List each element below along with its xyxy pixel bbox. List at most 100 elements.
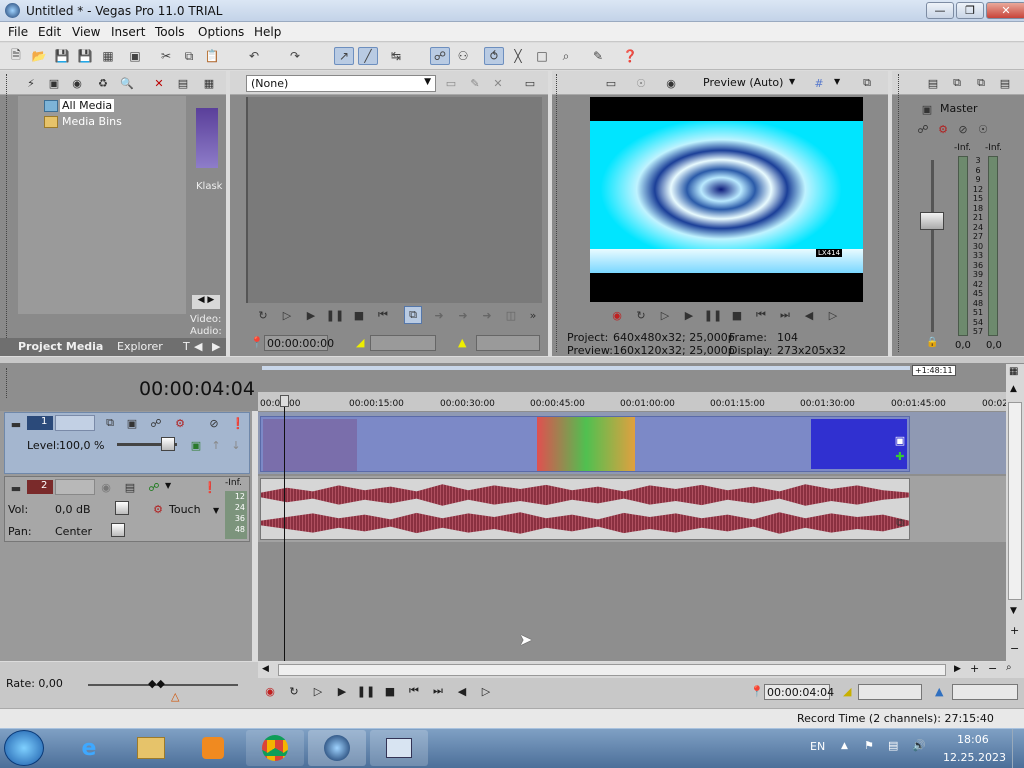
automation-arrow-icon[interactable]: ▼ bbox=[213, 506, 219, 515]
master-gear-icon[interactable]: ⚙ bbox=[934, 120, 952, 138]
get-media-icon[interactable]: ◉ bbox=[68, 74, 86, 92]
taskbar-chrome-icon[interactable] bbox=[246, 730, 304, 766]
copy-snapshot-icon[interactable]: ⧉ bbox=[858, 74, 876, 92]
play-from-start-icon[interactable]: ▷ bbox=[310, 682, 326, 700]
start-button[interactable] bbox=[4, 730, 44, 766]
preview-record-icon[interactable]: ◉ bbox=[608, 306, 626, 324]
master-lock-icon[interactable]: 🔒 bbox=[926, 337, 938, 348]
auto-crossfade-icon[interactable]: ╳ bbox=[508, 47, 528, 65]
zoom-out-vertical-icon[interactable]: − bbox=[1010, 642, 1019, 655]
zoom-icon[interactable]: ⌕ bbox=[1006, 662, 1012, 673]
close-button[interactable]: ✕ bbox=[986, 2, 1024, 19]
video-track-mute-icon[interactable]: ⊘ bbox=[205, 414, 223, 432]
zoom-tool-icon[interactable]: ⌕ bbox=[556, 47, 576, 65]
tab-project-media[interactable]: Project Media bbox=[18, 340, 103, 353]
trimmer-length-field[interactable] bbox=[476, 335, 540, 351]
video-track-motion-icon[interactable]: ⧉ bbox=[101, 414, 119, 432]
taskbar-ie-icon[interactable]: e bbox=[60, 730, 118, 766]
trimmer-fit-icon[interactable]: ➜ bbox=[478, 306, 496, 324]
mixer-downmix-icon[interactable]: ⧉ bbox=[948, 74, 966, 92]
audio-automation-gear-icon[interactable]: ⚙ bbox=[149, 500, 167, 518]
open-icon[interactable]: 📂 bbox=[29, 47, 49, 65]
clock-time[interactable]: 18:06 bbox=[957, 733, 989, 746]
hscroll-thumb[interactable] bbox=[278, 664, 946, 676]
timeline-horizontal-scrollbar[interactable]: ◀ ▶ + − ⌕ bbox=[258, 662, 1024, 678]
trimmer-select-icon[interactable]: ⧉ bbox=[404, 306, 422, 324]
video-track-composite-icon[interactable]: ▣ bbox=[123, 414, 141, 432]
clock-date[interactable]: 12.25.2023 bbox=[943, 751, 1006, 764]
pause-icon[interactable]: ❚❚ bbox=[357, 682, 375, 700]
preview-go-start-icon[interactable]: ⏮ bbox=[752, 306, 770, 324]
tree-item-all-media[interactable]: All Media bbox=[60, 99, 115, 112]
menu-insert[interactable]: Insert bbox=[111, 25, 145, 39]
stop-icon[interactable]: ■ bbox=[382, 682, 398, 700]
preview-go-end-icon[interactable]: ⏭ bbox=[776, 306, 794, 324]
media-fx-icon[interactable]: ♻ bbox=[94, 74, 112, 92]
tab-transitions[interactable]: T bbox=[183, 340, 190, 353]
undo-icon[interactable]: ↶ bbox=[244, 47, 264, 65]
menu-help[interactable]: Help bbox=[254, 25, 281, 39]
selection-tool-icon[interactable]: □ bbox=[532, 47, 552, 65]
tree-item-media-bins[interactable]: Media Bins bbox=[62, 115, 122, 128]
audio-track-fx-arrow-icon[interactable]: ▼ bbox=[165, 481, 171, 490]
audio-track-header[interactable]: ▬ 2 ◉ ▤ ☍ ▼ ❗ -Inf. 12 24 36 48 Vol: 0,0… bbox=[4, 476, 250, 542]
video-track-extra-icon[interactable]: ▣ bbox=[187, 436, 205, 454]
views-icon[interactable]: ▦ bbox=[200, 74, 218, 92]
trimmer-play-icon[interactable]: ▶ bbox=[302, 306, 320, 324]
capture-video-icon[interactable]: ▣ bbox=[45, 74, 63, 92]
grip-handle[interactable] bbox=[6, 368, 10, 398]
taskbar-language[interactable]: EN bbox=[810, 740, 825, 753]
audio-event[interactable]: ⧉ bbox=[260, 478, 910, 540]
video-track-fx-icon[interactable]: ☍ bbox=[147, 414, 165, 432]
menu-options[interactable]: Options bbox=[198, 25, 244, 39]
taskbar-rdp-icon[interactable] bbox=[370, 730, 428, 766]
loop-playback-icon[interactable]: ↻ bbox=[286, 682, 302, 700]
video-track-collapse-icon[interactable]: ▬ bbox=[7, 415, 25, 433]
hscroll-left-icon[interactable]: ◀ bbox=[262, 664, 269, 674]
video-track-solo-icon[interactable]: ❗ bbox=[229, 414, 247, 432]
tray-network-icon[interactable]: ▤ bbox=[888, 739, 898, 752]
audio-pan-thumb[interactable] bbox=[111, 523, 125, 537]
new-project-icon[interactable]: 🗎 bbox=[6, 47, 26, 65]
audio-track-arm-icon[interactable]: ◉ bbox=[97, 478, 115, 496]
master-mute-icon[interactable]: ⊘ bbox=[954, 120, 972, 138]
edit-tool-icon[interactable]: ✎ bbox=[466, 74, 484, 92]
zoom-in-vertical-icon[interactable]: + bbox=[1010, 624, 1019, 637]
trimmer-stop-icon[interactable]: ■ bbox=[350, 306, 368, 324]
audio-track-name[interactable] bbox=[55, 479, 95, 495]
scroll-thumb[interactable] bbox=[1008, 402, 1022, 600]
audio-event-fx-icon[interactable]: ⧉ bbox=[891, 514, 909, 532]
timeline-menu-icon[interactable]: ▦ bbox=[1009, 366, 1018, 377]
playhead[interactable] bbox=[284, 395, 285, 661]
taskbar-vegas-icon[interactable] bbox=[308, 730, 366, 766]
previous-frame-icon[interactable]: ◀ bbox=[454, 682, 470, 700]
trimmer-pause-icon[interactable]: ❚❚ bbox=[326, 306, 344, 324]
remove-media-icon[interactable]: ✕ bbox=[150, 74, 168, 92]
preview-fx-icon[interactable]: ☉ bbox=[632, 74, 650, 92]
audio-track-fx-icon[interactable]: ☍ bbox=[145, 478, 163, 496]
media-properties-icon[interactable]: ▤ bbox=[174, 74, 192, 92]
master-fx-icon[interactable]: ☍ bbox=[914, 120, 932, 138]
redo-icon[interactable]: ↷ bbox=[285, 47, 305, 65]
tab-scroll-left-icon[interactable]: ◀ bbox=[194, 340, 202, 353]
tray-expand-icon[interactable]: ▲ bbox=[841, 741, 848, 751]
taskbar-explorer-icon[interactable] bbox=[122, 730, 180, 766]
menu-tools[interactable]: Tools bbox=[155, 25, 185, 39]
add-to-timeline-icon[interactable]: ▭ bbox=[442, 74, 460, 92]
trimmer-insert-icon[interactable]: ➜ bbox=[430, 306, 448, 324]
preview-device-icon[interactable]: ▭ bbox=[602, 74, 620, 92]
overlays-icon[interactable]: # bbox=[810, 74, 828, 92]
audio-vol-thumb[interactable] bbox=[115, 501, 129, 515]
selection-start-field[interactable] bbox=[858, 684, 922, 700]
preview-pause-icon[interactable]: ❚❚ bbox=[704, 306, 722, 324]
media-scrollbar[interactable]: ◀ ▶ bbox=[192, 295, 220, 309]
mixer-more-icon[interactable]: ▤ bbox=[996, 74, 1014, 92]
whats-this-icon[interactable]: ❓ bbox=[620, 47, 640, 65]
tab-scroll-right-icon[interactable]: ▶ bbox=[212, 340, 220, 353]
paste-icon[interactable]: 📋 bbox=[202, 47, 222, 65]
mixer-properties-icon[interactable]: ▤ bbox=[924, 74, 942, 92]
tray-action-center-icon[interactable]: ⚑ bbox=[864, 739, 874, 752]
clear-trimmer-icon[interactable]: ✕ bbox=[489, 74, 507, 92]
tab-explorer[interactable]: Explorer bbox=[117, 340, 163, 353]
edit-details-icon[interactable]: ✎ bbox=[588, 47, 608, 65]
